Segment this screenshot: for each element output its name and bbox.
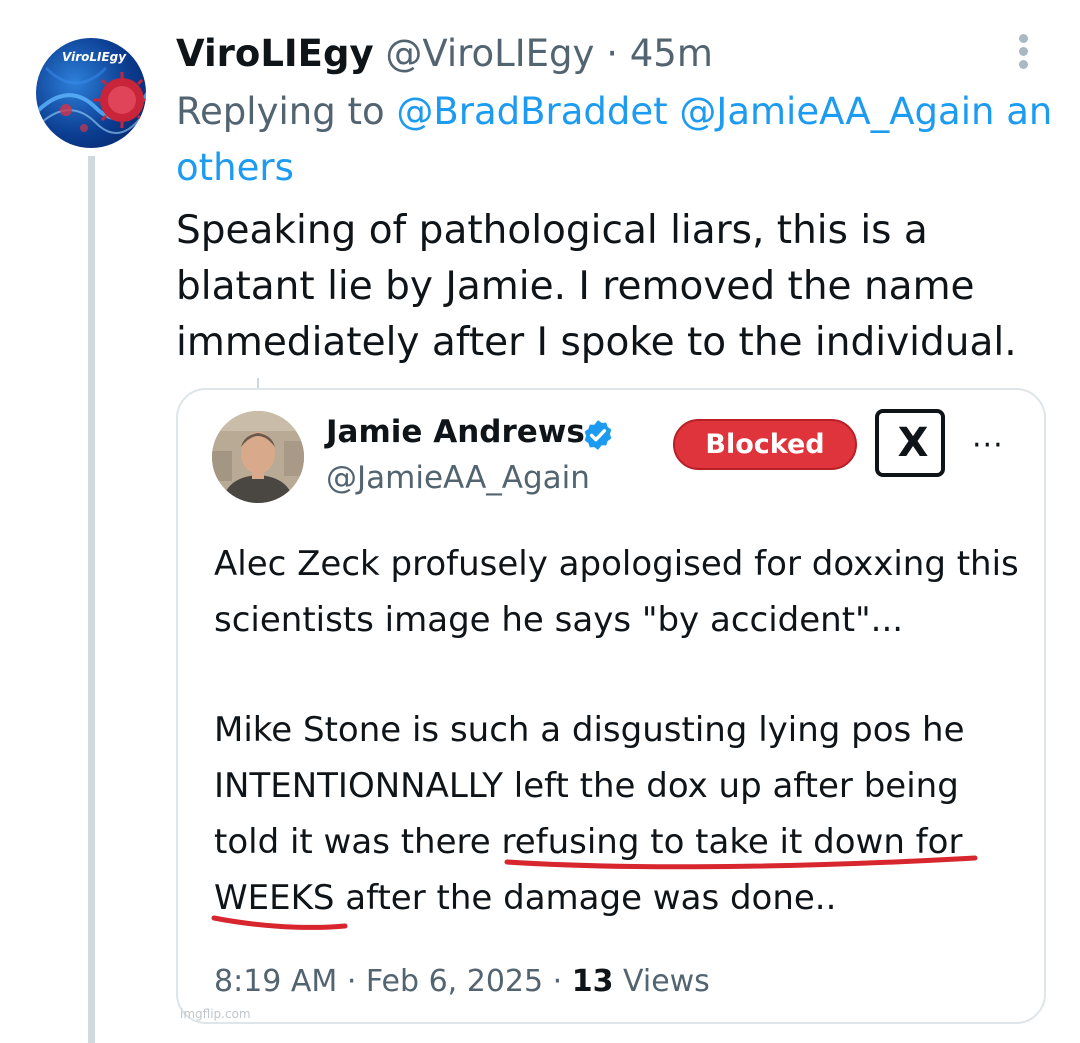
person-photo-image — [212, 411, 304, 503]
mention-others-part-b[interactable]: others — [176, 146, 294, 189]
author-avatar[interactable]: ViroLIEgy — [36, 38, 146, 148]
quoted-time[interactable]: 8:19 AM — [214, 964, 337, 999]
x-logo-glyph: X — [897, 420, 929, 466]
meta-separator-1: · — [337, 964, 366, 999]
quoted-paragraph-1: Alec Zeck profusely apologised for doxxi… — [214, 544, 1019, 640]
tweet-header: ViroLIEgy @ViroLIEgy · 45m — [176, 30, 713, 78]
mention-link-bradbraddet[interactable]: @BradBraddet — [396, 90, 667, 133]
quoted-author-avatar[interactable] — [212, 411, 304, 503]
quoted-author-name[interactable]: Jamie Andrews — [326, 410, 585, 454]
blocked-button[interactable]: Blocked — [673, 419, 857, 470]
quoted-paragraph-2: Mike Stone is such a disgusting lying po… — [214, 710, 965, 918]
replying-to-label: Replying to — [176, 90, 397, 133]
watermark-text: imgflip.com — [180, 1007, 251, 1021]
quoted-tweet-meta: 8:19 AM · Feb 6, 2025 · 13 Views — [214, 960, 710, 1004]
verified-badge-icon — [584, 420, 612, 450]
meta-separator-2: · — [543, 964, 572, 999]
mention-others-part-a[interactable]: an — [994, 90, 1052, 133]
author-handle[interactable]: @ViroLIEgy — [385, 32, 594, 75]
views-count: 13 — [571, 964, 614, 999]
replying-to-line: Replying to @BradBraddet @JamieAA_Again … — [176, 84, 1080, 196]
tweet-timestamp[interactable]: 45m — [630, 32, 713, 75]
thread-line — [88, 156, 95, 1043]
tweet-body-text: Speaking of pathological liars, this is … — [176, 208, 1017, 365]
author-display-name[interactable]: ViroLIEgy — [176, 32, 374, 75]
quoted-tweet-text: Alec Zeck profusely apologised for doxxi… — [214, 536, 1034, 926]
header-separator: · — [594, 32, 630, 75]
more-vertical-icon[interactable] — [1018, 34, 1030, 70]
mention-link-jamieaa[interactable]: @JamieAA_Again — [679, 90, 994, 133]
quoted-author-handle[interactable]: @JamieAA_Again — [326, 456, 590, 500]
quoted-date[interactable]: Feb 6, 2025 — [366, 964, 543, 999]
views-label: Views — [613, 964, 710, 999]
more-horizontal-icon[interactable]: ··· — [972, 431, 1004, 461]
avatar-logo-text: ViroLIEgy — [62, 50, 127, 64]
x-logo-icon[interactable]: X — [875, 409, 945, 477]
